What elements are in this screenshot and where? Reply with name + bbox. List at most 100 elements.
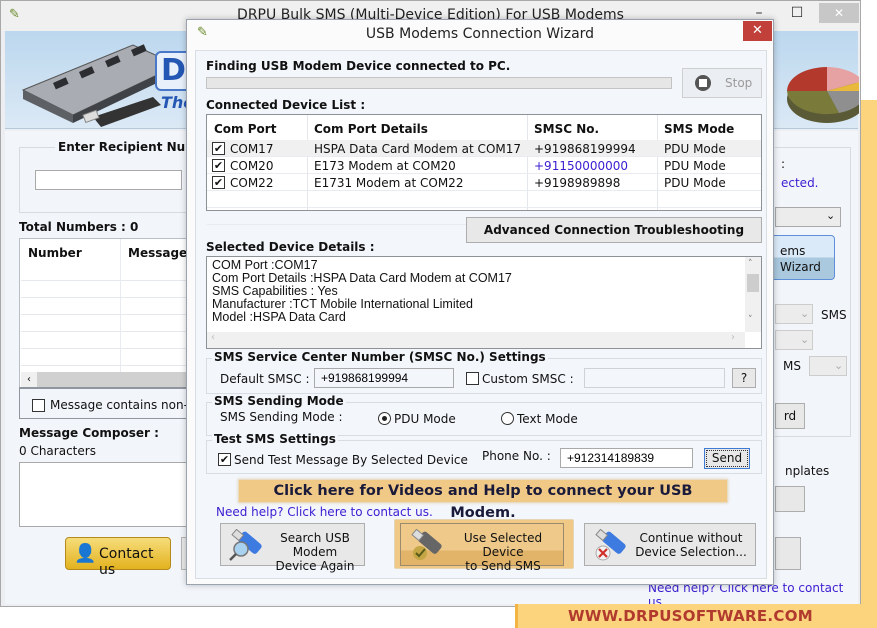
device-checkbox[interactable]: ✔ bbox=[212, 159, 225, 172]
device-smsc: +919868199994 bbox=[534, 142, 636, 156]
col-header-com-port-details[interactable]: Com Port Details bbox=[314, 122, 428, 136]
scroll-right-icon[interactable]: › bbox=[731, 332, 735, 343]
scroll-down-icon[interactable]: ˅ bbox=[748, 315, 753, 325]
usb-check-icon bbox=[411, 529, 442, 560]
finding-device-label: Finding USB Modem Device connected to PC… bbox=[206, 59, 511, 73]
sending-mode-label: SMS Sending Mode : bbox=[220, 410, 343, 424]
search-again-line1: Search USB Modem bbox=[280, 531, 350, 559]
col-header-smsc[interactable]: SMSC No. bbox=[534, 122, 599, 136]
col-header-sms-mode[interactable]: SMS Mode bbox=[664, 122, 734, 136]
custom-smsc-checkbox[interactable] bbox=[466, 372, 479, 385]
continue-without-device-button[interactable]: Continue without Device Selection... bbox=[584, 523, 756, 566]
dialog-close-button[interactable]: ✕ bbox=[743, 21, 772, 41]
horizontal-scrollbar[interactable]: ‹ bbox=[21, 372, 189, 388]
sms-dropdown-1[interactable]: ⌄ bbox=[775, 304, 813, 324]
smsc-help-button[interactable]: ? bbox=[732, 368, 756, 388]
smsc-settings-title: SMS Service Center Number (SMSC No.) Set… bbox=[212, 350, 548, 364]
custom-smsc-label: Custom SMSC : bbox=[482, 372, 574, 386]
phone-number-label: Phone No. : bbox=[482, 449, 551, 463]
right-colon: : bbox=[781, 157, 786, 171]
right-settings-group bbox=[775, 147, 851, 437]
use-selected-device-label: Use Selected Device to Send SMS bbox=[443, 531, 563, 573]
sms-dropdown-2[interactable]: ⌄ bbox=[775, 330, 813, 350]
device-sms-mode: PDU Mode bbox=[664, 142, 726, 156]
device-port-details: HSPA Data Card Modem at COM17 bbox=[314, 142, 522, 156]
sms-dropdown-3[interactable]: ⌄ bbox=[809, 356, 847, 376]
sms-label-2: MS bbox=[783, 359, 801, 373]
vertical-scrollbar[interactable]: ˄ ˅ bbox=[745, 257, 761, 332]
device-sms-mode: PDU Mode bbox=[664, 176, 726, 190]
recipient-group-title: Enter Recipient Num bbox=[55, 140, 201, 154]
maximize-button[interactable]: ☐ bbox=[779, 1, 815, 25]
stop-button[interactable]: Stop bbox=[682, 68, 762, 98]
dialog-body: Finding USB Modem Device connected to PC… bbox=[195, 50, 767, 579]
right-bottom-button[interactable] bbox=[775, 537, 801, 570]
scroll-left-icon[interactable]: ‹ bbox=[211, 332, 215, 343]
device-checkbox[interactable]: ✔ bbox=[212, 176, 225, 189]
chevron-down-icon: ⌄ bbox=[800, 307, 810, 320]
grid-header-number[interactable]: Number bbox=[28, 246, 82, 260]
wizard-button-line1: ems bbox=[780, 244, 806, 258]
device-table-row[interactable]: ✔ COM22 E1731 Modem at COM22 +9198989898 PDU… bbox=[207, 174, 761, 191]
search-again-label: Search USB Modem Device Again bbox=[269, 531, 361, 573]
send-test-button[interactable]: Send bbox=[704, 448, 750, 469]
right-partial-button[interactable]: rd bbox=[775, 403, 805, 429]
scrollbar-thumb[interactable] bbox=[747, 274, 759, 292]
use-selected-device-button[interactable]: Use Selected Device to Send SMS bbox=[400, 523, 564, 573]
default-smsc-field[interactable] bbox=[314, 368, 454, 388]
phone-number-input[interactable] bbox=[560, 448, 693, 468]
stop-label: Stop bbox=[725, 76, 753, 90]
close-icon: ✕ bbox=[752, 23, 763, 38]
send-test-checkbox[interactable]: ✔ bbox=[218, 453, 231, 466]
connection-wizard-button[interactable]: ems Wizard bbox=[765, 235, 835, 280]
default-smsc-label: Default SMSC : bbox=[220, 372, 310, 386]
device-detail-line: Model :HSPA Data Card bbox=[212, 310, 346, 324]
sms-label-1: SMS bbox=[821, 308, 847, 322]
text-mode-label[interactable]: Text Mode bbox=[517, 412, 578, 426]
templates-label: nplates bbox=[785, 464, 830, 478]
search-again-button[interactable]: Search USB Modem Device Again bbox=[220, 523, 365, 573]
chevron-down-icon: ⌄ bbox=[800, 333, 810, 346]
footer-brand-text[interactable]: WWW.DRPUSOFTWARE.COM bbox=[568, 607, 813, 625]
grid-header-message[interactable]: Message bbox=[128, 246, 187, 260]
footer-brand-side bbox=[861, 100, 877, 604]
device-table-empty-row bbox=[207, 191, 761, 208]
contact-us-button[interactable]: 👤 Contact us bbox=[65, 537, 171, 578]
grid-row bbox=[21, 315, 189, 332]
total-numbers-label: Total Numbers : 0 bbox=[19, 220, 139, 234]
device-checkbox[interactable]: ✔ bbox=[212, 142, 225, 155]
grid-row bbox=[21, 264, 189, 281]
search-again-line2: Device Again bbox=[275, 559, 355, 573]
col-header-com-port[interactable]: Com Port bbox=[214, 122, 276, 136]
sending-mode-title: SMS Sending Mode bbox=[212, 394, 346, 408]
main-close-button[interactable]: ✕ bbox=[819, 3, 859, 23]
device-com-port: COM17 bbox=[230, 142, 274, 156]
pdu-mode-radio[interactable] bbox=[378, 412, 391, 425]
advanced-troubleshooting-button[interactable]: Advanced Connection Troubleshooting bbox=[466, 217, 762, 243]
use-selected-line2: to Send SMS bbox=[465, 559, 541, 573]
right-dropdown[interactable]: ⌄ bbox=[775, 207, 841, 227]
scroll-up-icon[interactable]: ˄ bbox=[748, 259, 753, 269]
usb-search-icon bbox=[229, 529, 262, 561]
device-table-row[interactable]: ✔ COM20 E173 Modem at COM20 +91150000000 PDU… bbox=[207, 157, 761, 174]
non-english-checkbox[interactable] bbox=[32, 399, 45, 412]
device-table: Com Port Com Port Details SMSC No. SMS M… bbox=[206, 114, 762, 225]
support-agent-icon: 👤 bbox=[74, 543, 97, 564]
selected-details-label: Selected Device Details : bbox=[206, 240, 375, 254]
selected-details-textbox[interactable]: COM Port :COM17 Com Port Details :HSPA Da… bbox=[206, 256, 762, 349]
horizontal-scrollbar[interactable]: ‹ › bbox=[207, 332, 745, 348]
close-icon: ✕ bbox=[833, 6, 845, 20]
recipient-number-input[interactable] bbox=[35, 170, 182, 190]
custom-smsc-field[interactable] bbox=[584, 368, 725, 388]
templates-button[interactable] bbox=[775, 486, 805, 512]
scroll-left-icon[interactable]: ‹ bbox=[21, 372, 37, 388]
send-test-label: Send Test Message By Selected Device bbox=[234, 453, 468, 467]
right-selected-text[interactable]: ected. bbox=[781, 176, 819, 190]
dialog-help-link[interactable]: Need help? Click here to contact us. bbox=[216, 505, 433, 519]
message-composer-textarea[interactable] bbox=[19, 462, 189, 527]
non-english-label: Message contains non-En bbox=[50, 398, 204, 412]
device-table-row[interactable]: ✔ COM17 HSPA Data Card Modem at COM17 +9198… bbox=[207, 140, 761, 157]
videos-help-banner[interactable]: Click here for Videos and Help to connec… bbox=[238, 479, 728, 521]
text-mode-radio[interactable] bbox=[501, 412, 514, 425]
pdu-mode-label[interactable]: PDU Mode bbox=[394, 412, 456, 426]
